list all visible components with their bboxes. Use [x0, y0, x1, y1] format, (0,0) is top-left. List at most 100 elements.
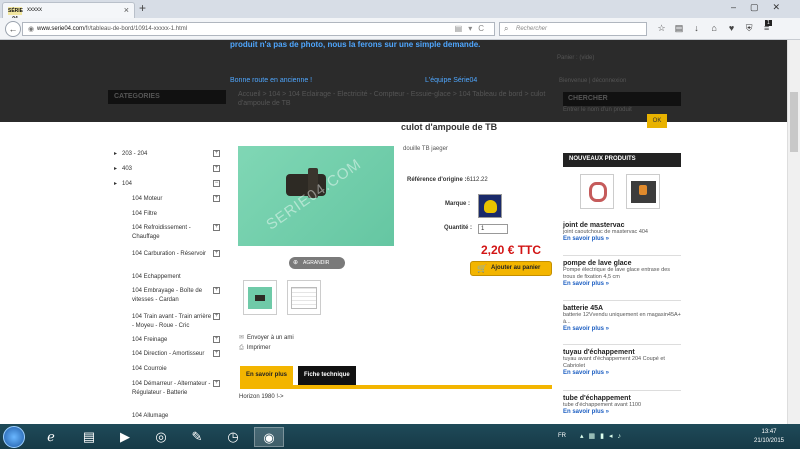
- firefox-icon[interactable]: ◉: [254, 427, 284, 447]
- expand-icon[interactable]: +: [213, 350, 220, 357]
- network-app-icon[interactable]: ◎: [146, 427, 176, 447]
- start-button[interactable]: [3, 426, 25, 448]
- url-text: www.serie04.com/fr/tableau-de-bord/10914…: [37, 26, 188, 32]
- pin-app-icon[interactable]: ✎: [182, 427, 212, 447]
- file-explorer-icon[interactable]: ▤: [74, 427, 104, 447]
- product-image[interactable]: SERIE04.COM: [238, 146, 394, 246]
- new-product-desc: joint caoutchouc de mastervac 404: [563, 229, 648, 235]
- brand-row: Marque :: [445, 201, 470, 207]
- page-scrollbar[interactable]: [787, 40, 800, 424]
- quantity-input[interactable]: 1: [478, 224, 508, 234]
- expand-icon[interactable]: +: [213, 224, 220, 231]
- new-product-more-link[interactable]: En savoir plus »: [563, 370, 683, 376]
- clock-time[interactable]: 13:47: [751, 429, 787, 435]
- category-item-label: 104 Direction - Amortisseur: [132, 351, 205, 357]
- breadcrumb[interactable]: Accueil > 104 > 104 Eclairage - Electric…: [238, 90, 548, 108]
- new-product-desc: tuyau avant d'échappement 204 Coupé et C…: [563, 356, 665, 369]
- new-product-name[interactable]: batterie 45A: [563, 305, 683, 312]
- overlay-team: L'équipe Série04: [425, 77, 478, 84]
- reference-row: Référence d'origine :6112.22: [407, 177, 488, 183]
- search-ok-button[interactable]: OK: [647, 114, 667, 128]
- toolbar-icons: ☆ ▤ ↓ ⌂ ♥ ⛨ ≡: [654, 23, 774, 34]
- new-tab-button[interactable]: +: [139, 1, 146, 15]
- category-item-label: 104 Echappement: [132, 274, 181, 280]
- divider: [563, 255, 681, 256]
- product-title: culot d'ampoule de TB: [401, 122, 498, 132]
- clock-date[interactable]: 21/10/2015: [751, 438, 787, 444]
- tab-close-icon[interactable]: ×: [124, 5, 129, 15]
- expand-icon[interactable]: +: [213, 195, 220, 202]
- arrow-right-icon: ▸: [114, 151, 118, 157]
- category-item-label: 104 Allumage: [132, 413, 169, 419]
- new-product-name[interactable]: tuyau d'échappement: [563, 349, 683, 356]
- tab-content: Horizon 1980 !->: [239, 394, 284, 400]
- new-product-name[interactable]: tube d'échappement: [563, 395, 683, 402]
- new-product-thumbnail-1[interactable]: [580, 174, 614, 209]
- brand-label: Marque :: [445, 201, 471, 207]
- peugeot-lion-icon[interactable]: [478, 194, 502, 218]
- expand-icon[interactable]: +: [213, 287, 220, 294]
- system-tray-icons[interactable]: ▴▦▮◂♪: [580, 432, 626, 440]
- scrollbar-thumb[interactable]: [790, 92, 798, 152]
- tab-technical-sheet[interactable]: Fiche technique: [298, 366, 356, 385]
- tab-more-info[interactable]: En savoir plus: [240, 366, 294, 385]
- add-to-cart-button[interactable]: 🛒 Ajouter au panier: [470, 261, 552, 276]
- home-icon[interactable]: ⌂: [707, 23, 722, 33]
- quantity-label: Quantité :: [444, 225, 472, 231]
- category-item-label: 203 - 204: [122, 151, 148, 157]
- product-thumbnail-2[interactable]: [287, 280, 321, 315]
- divider: [563, 390, 681, 391]
- url-reload-icon[interactable]: ▤▾C: [455, 24, 490, 33]
- language-indicator[interactable]: FR: [558, 433, 566, 439]
- expand-icon[interactable]: +: [213, 250, 220, 257]
- search-block-title: CHERCHER: [563, 92, 681, 106]
- category-item-label: 104 Filtre: [132, 211, 158, 217]
- new-product-more-link[interactable]: En savoir plus »: [563, 236, 683, 242]
- new-product-thumbnail-2[interactable]: [626, 174, 660, 209]
- search-bar[interactable]: ⌕ Rechercher: [499, 22, 647, 36]
- media-player-icon[interactable]: ▶: [110, 427, 140, 447]
- new-product-more-link[interactable]: En savoir plus »: [563, 326, 683, 332]
- window-controls[interactable]: –▢✕: [731, 2, 794, 13]
- pocket-icon[interactable]: ♥: [724, 23, 739, 33]
- expand-icon[interactable]: +: [213, 336, 220, 343]
- envelope-icon: ✉: [239, 335, 245, 341]
- collapse-icon[interactable]: −: [213, 180, 220, 187]
- product-short-description: douille TB jaeger: [403, 146, 448, 152]
- product-tabs: En savoir plus Fiche technique: [240, 366, 552, 389]
- internet-explorer-icon[interactable]: ℯ: [36, 427, 66, 447]
- send-friend-link[interactable]: ✉ Envoyer à un ami: [239, 334, 294, 341]
- user-links[interactable]: Bienvenue | déconnexion: [559, 78, 626, 84]
- print-link[interactable]: ⎙ Imprimer: [239, 345, 270, 352]
- product-thumbnail-1[interactable]: [243, 280, 277, 315]
- new-product-name[interactable]: joint de mastervac: [563, 222, 683, 229]
- new-product-more-link[interactable]: En savoir plus »: [563, 409, 683, 415]
- bookmark-star-icon[interactable]: ☆: [654, 23, 669, 34]
- new-product-name[interactable]: pompe de lave glace: [563, 260, 683, 267]
- expand-icon[interactable]: +: [213, 165, 220, 172]
- new-products-title: NOUVEAUX PRODUITS: [563, 153, 681, 167]
- zoom-label: AGRANDIR: [303, 260, 330, 266]
- back-button[interactable]: ←: [5, 21, 21, 37]
- reference-value: 6112.22: [466, 177, 488, 183]
- expand-icon[interactable]: +: [213, 380, 220, 387]
- expand-icon[interactable]: +: [213, 313, 220, 320]
- expand-icon[interactable]: +: [213, 150, 220, 157]
- zoom-button[interactable]: ⊕ AGRANDIR: [289, 257, 345, 269]
- reading-list-icon[interactable]: ▤: [672, 23, 687, 34]
- url-bar[interactable]: ◉ www.serie04.com/fr/tableau-de-bord/109…: [22, 22, 495, 36]
- new-product-desc: batterie 12Vvendu uniquement en magasin4…: [563, 312, 681, 325]
- cart-icon: 🛒: [477, 264, 487, 273]
- new-product-item: batterie 45A batterie 12Vvendu uniquement…: [563, 305, 683, 332]
- category-item-label: 104 Carburation - Réservoir: [132, 251, 207, 257]
- taskbar: ℯ ▤ ▶ ◎ ✎ ◷ ◉ FR ▴▦▮◂♪ 13:47 21/10/2015: [0, 424, 800, 449]
- cart-summary[interactable]: Panier : (vide): [557, 55, 594, 61]
- printer-icon: ⎙: [239, 345, 244, 351]
- download-icon[interactable]: ↓: [689, 23, 704, 33]
- shield-icon[interactable]: ⛨: [742, 23, 757, 34]
- new-product-more-link[interactable]: En savoir plus »: [563, 281, 683, 287]
- tab-title: xxxxx: [27, 7, 42, 13]
- clock-app-icon[interactable]: ◷: [218, 427, 248, 447]
- new-product-item: pompe de lave glace Pompe électrique de l…: [563, 260, 683, 287]
- browser-tab[interactable]: SÉRIE 04 xxxxx ×: [2, 2, 135, 22]
